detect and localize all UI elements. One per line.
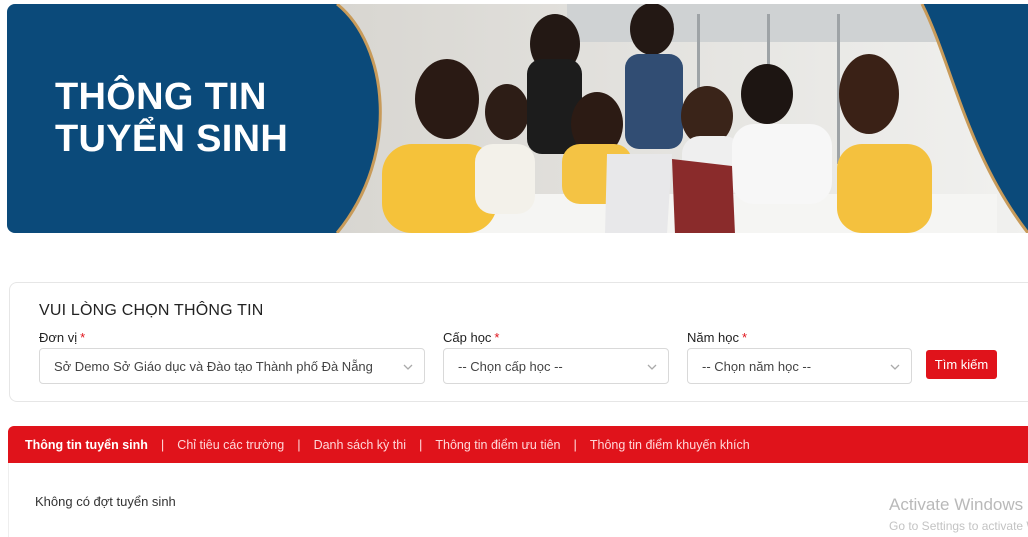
banner-title: THÔNG TIN TUYỂN SINH (55, 76, 288, 160)
tab-separator: | (160, 437, 165, 452)
unit-select-value: Sở Demo Sở Giáo dục và Đào tạo Thành phố… (54, 358, 373, 374)
level-select[interactable]: -- Chọn cấp học -- (443, 348, 669, 384)
hero-banner: THÔNG TIN TUYỂN SINH (7, 4, 1028, 233)
banner-title-line2: TUYỂN SINH (55, 118, 289, 160)
unit-select[interactable]: Sở Demo Sở Giáo dục và Đào tạo Thành phố… (39, 348, 425, 384)
required-mark: * (742, 330, 748, 345)
tab-admission-info[interactable]: Thông tin tuyển sinh (25, 438, 148, 452)
tab-bonus-points[interactable]: Thông tin điểm khuyến khích (590, 438, 750, 452)
windows-activation-watermark: Activate Windows (889, 495, 1024, 514)
tab-school-quota[interactable]: Chỉ tiêu các trường (177, 438, 284, 452)
chevron-down-icon (647, 364, 657, 370)
filter-card: VUI LÒNG CHỌN THÔNG TIN Đơn vị * Sở Demo … (9, 282, 1028, 402)
tab-bar: Thông tin tuyển sinh | Chỉ tiêu các trườ… (8, 426, 1028, 463)
year-label: Năm học * (687, 330, 747, 345)
level-select-value: -- Chọn cấp học -- (458, 358, 563, 374)
required-mark: * (80, 330, 86, 345)
search-button[interactable]: Tìm kiếm (926, 350, 997, 379)
year-select-value: -- Chọn năm học -- (702, 358, 812, 374)
tab-separator: | (297, 437, 301, 452)
year-select[interactable]: -- Chọn năm học -- (687, 348, 912, 384)
level-label-text: Cấp học (443, 330, 492, 345)
windows-activation-hint: Go to Settings to activate Windows. (889, 519, 1028, 533)
required-mark: * (494, 330, 500, 345)
tab-exam-list[interactable]: Danh sách kỳ thi (314, 438, 406, 452)
empty-message: Không có đợt tuyển sinh (35, 494, 176, 509)
banner-title-line1: THÔNG TIN (55, 76, 267, 118)
chevron-down-icon (403, 364, 413, 370)
tab-priority-points[interactable]: Thông tin điểm ưu tiên (435, 438, 560, 452)
tab-separator: | (573, 437, 577, 452)
unit-label-text: Đơn vị (39, 330, 78, 345)
tab-separator: | (419, 437, 423, 452)
chevron-down-icon (890, 364, 900, 370)
level-label: Cấp học * (443, 330, 499, 345)
unit-label: Đơn vị * (39, 330, 85, 345)
filter-title: VUI LÒNG CHỌN THÔNG TIN (39, 302, 264, 319)
year-label-text: Năm học (687, 330, 740, 345)
